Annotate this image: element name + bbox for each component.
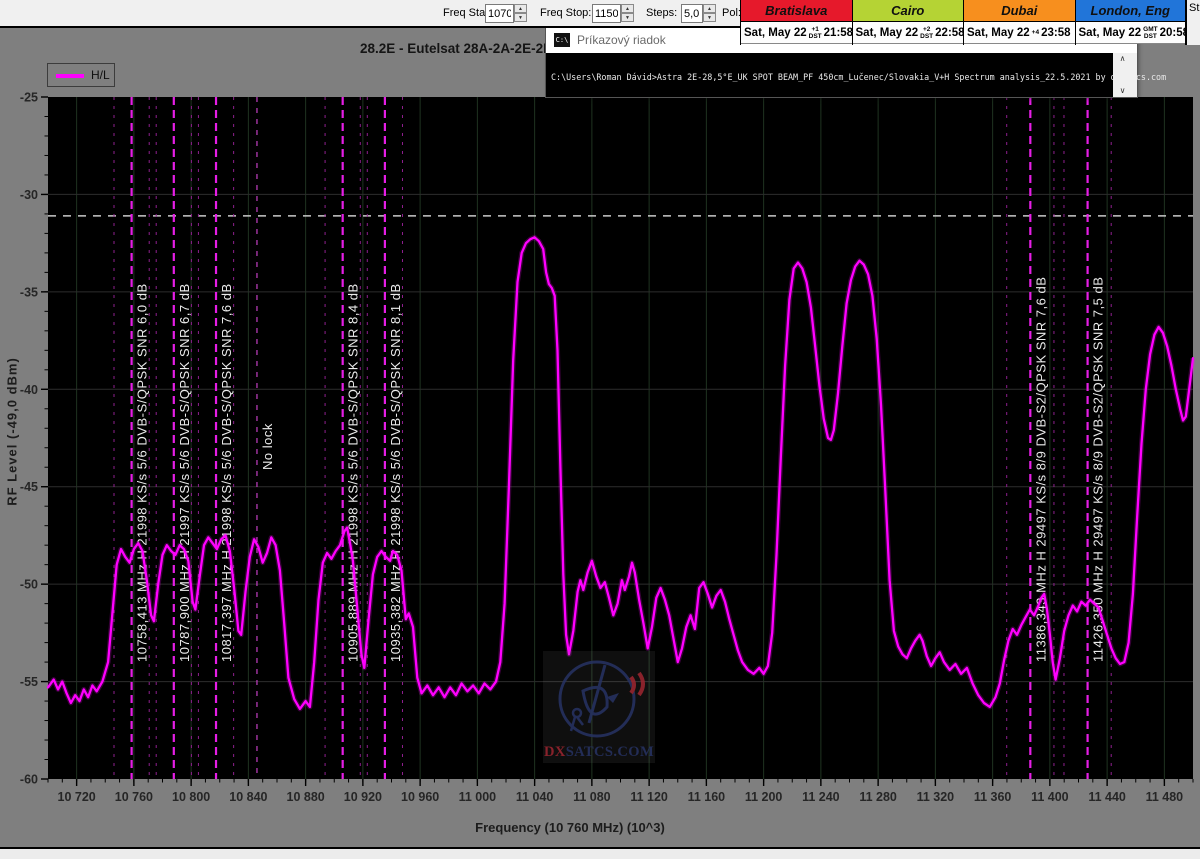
x-tick-label: 11 240	[802, 790, 840, 804]
spinner-up-icon[interactable]: ▲	[703, 4, 716, 13]
x-tick-label: 10 840	[229, 790, 267, 804]
console-content: C:\Users\Roman Dávid>Astra 2E-28,5°E_UK …	[546, 53, 1137, 97]
clock-time: 23:58	[1041, 27, 1074, 39]
console-command-line: C:\Users\Roman Dávid>Astra 2E-28,5°E_UK …	[551, 72, 1166, 82]
spinner-down-icon[interactable]: ▼	[703, 13, 716, 22]
freq-start-input[interactable]	[485, 4, 514, 23]
stop-button-partial[interactable]: St	[1186, 0, 1200, 45]
x-tick-label: 10 800	[172, 790, 210, 804]
y-tick-label: -35	[20, 285, 38, 299]
transponder-label: No lock	[260, 423, 275, 470]
x-tick-label: 11 160	[688, 790, 726, 804]
x-tick-label: 11 400	[1031, 790, 1069, 804]
x-tick-label: 10 760	[115, 790, 153, 804]
dxsatcs-watermark-logo: DXSATCS.COM	[543, 651, 655, 763]
y-tick-label: -25	[20, 91, 38, 105]
x-tick-label: 11 440	[1088, 790, 1126, 804]
freq-stop-label: Freq Stop:	[540, 0, 591, 26]
x-tick-label: 11 480	[1146, 790, 1184, 804]
transponder-label: 10787,900 MHz H 21997 KS/s 5/6 DVB-S/QPS…	[177, 283, 192, 662]
console-title: Príkazový riadok	[577, 33, 666, 47]
legend-label: H/L	[91, 68, 110, 82]
legend-line-swatch-icon	[56, 74, 84, 78]
y-tick-label: -50	[20, 578, 38, 592]
clock-bratislava: Bratislava Sat, May 22 +1DST 21:58	[740, 0, 852, 45]
x-tick-label: 10 720	[58, 790, 96, 804]
freq-start-spinner[interactable]: ▲ ▼	[514, 4, 527, 23]
clock-date: Sat, May 22	[1076, 27, 1142, 39]
clock-city: Dubai	[964, 0, 1075, 22]
x-tick-label: 11 280	[859, 790, 897, 804]
transponder-label: 10817,397 MHz H 21998 KS/s 5/6 DVB-S/QPS…	[219, 283, 234, 662]
x-tick-label: 10 960	[401, 790, 439, 804]
x-tick-label: 11 000	[459, 790, 497, 804]
clock-dubai: Dubai Sat, May 22 +4 23:58	[963, 0, 1075, 45]
x-tick-label: 11 200	[745, 790, 783, 804]
y-tick-label: -60	[20, 773, 38, 787]
clock-city: Cairo	[853, 0, 964, 22]
freq-stop-input[interactable]	[592, 4, 621, 23]
console-scrollbar-pad	[1132, 53, 1137, 97]
x-tick-label: 11 040	[516, 790, 554, 804]
clock-cairo: Cairo Sat, May 22 +2DST 22:58	[852, 0, 964, 45]
pol-label: Pol:	[722, 0, 741, 26]
y-axis-title: RF Level (-49,0 dBm)	[5, 302, 20, 562]
clock-london: London, Eng Sat, May 22 GMTDST 20:58	[1075, 0, 1187, 45]
spinner-up-icon[interactable]: ▲	[621, 4, 634, 13]
x-axis-title: Frequency (10 760 MHz) (10^3)	[400, 820, 740, 835]
legend-box: H/L	[47, 63, 115, 87]
freq-stop-spinner[interactable]: ▲ ▼	[621, 4, 634, 23]
x-tick-label: 11 360	[974, 790, 1012, 804]
spinner-up-icon[interactable]: ▲	[514, 4, 527, 13]
satellite-dish-icon	[543, 651, 655, 744]
x-tick-label: 10 920	[344, 790, 382, 804]
y-tick-label: -40	[20, 383, 38, 397]
clock-date: Sat, May 22	[964, 27, 1030, 39]
steps-spinner[interactable]: ▲ ▼	[703, 4, 716, 23]
clock-city: London, Eng	[1076, 0, 1186, 22]
y-tick-label: -45	[20, 480, 38, 494]
x-tick-label: 11 320	[917, 790, 955, 804]
x-tick-label: 11 080	[573, 790, 611, 804]
console-scrollbar[interactable]: ∧ ∨	[1113, 53, 1132, 97]
steps-input[interactable]	[681, 4, 703, 23]
bottom-status-strip	[0, 847, 1200, 859]
chart-title: 28.2E - Eutelsat 28A-2A-2E-2F (TB	[360, 41, 578, 56]
spinner-down-icon[interactable]: ▼	[621, 13, 634, 22]
x-tick-label: 10 880	[287, 790, 325, 804]
clock-date: Sat, May 22	[741, 27, 807, 39]
cmd-icon: C:\	[554, 33, 570, 47]
scroll-down-icon[interactable]: ∨	[1113, 85, 1132, 97]
clock-city: Bratislava	[741, 0, 852, 22]
x-tick-label: 11 120	[630, 790, 668, 804]
transponder-label: 10935,382 MHz H 21998 KS/s 5/6 DVB-S/QPS…	[388, 283, 403, 662]
watermark-text: DXSATCS.COM	[543, 744, 655, 761]
clock-date: Sat, May 22	[853, 27, 919, 39]
steps-label: Steps:	[646, 0, 677, 26]
world-clocks: Bratislava Sat, May 22 +1DST 21:58 Cairo…	[740, 0, 1186, 45]
y-tick-label: -30	[20, 188, 38, 202]
y-tick-label: -55	[20, 675, 38, 689]
spinner-down-icon[interactable]: ▼	[514, 13, 527, 22]
scroll-up-icon[interactable]: ∧	[1113, 53, 1132, 65]
